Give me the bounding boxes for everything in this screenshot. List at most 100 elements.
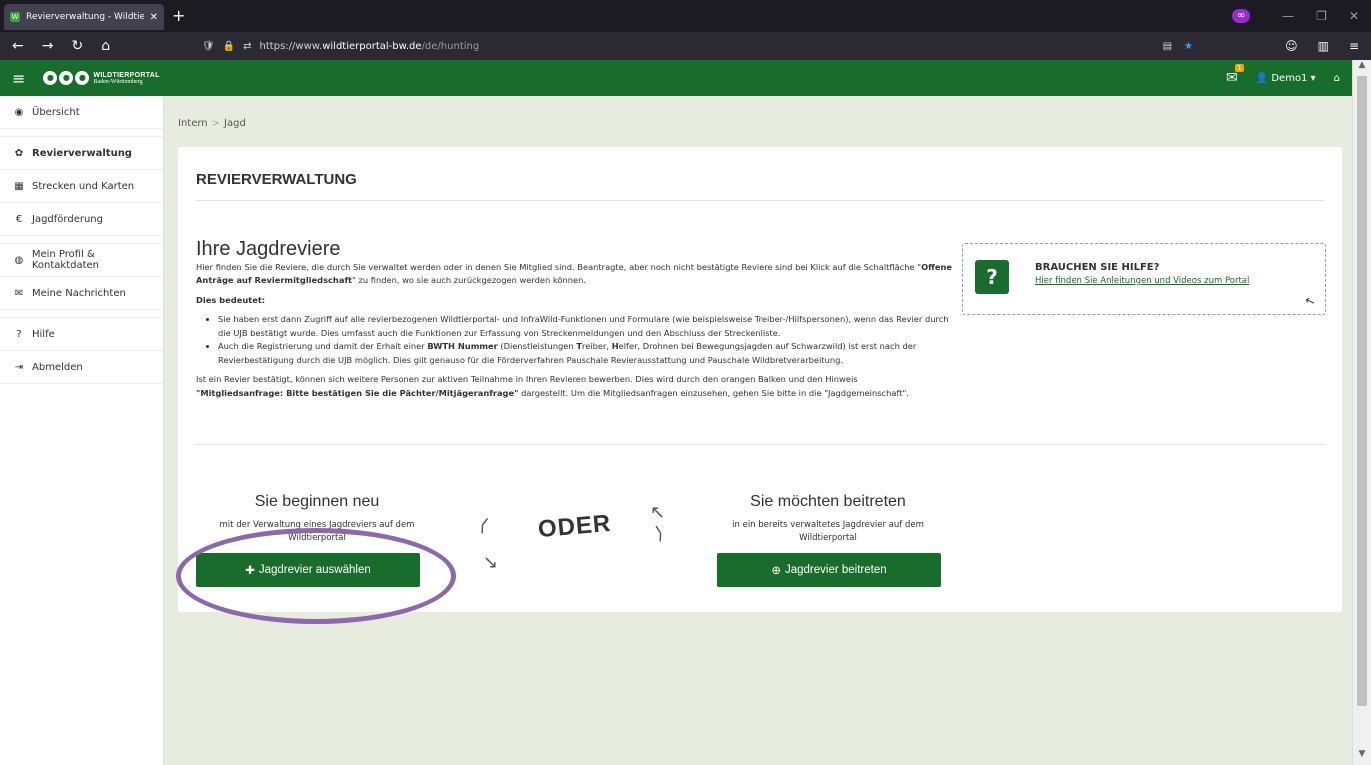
sidebar-item-label: Strecken und Karten: [32, 180, 135, 192]
option-join-desc-a: in ein bereits verwaltetes Jagdrevier au…: [732, 520, 924, 530]
user-menu[interactable]: 👤 Demo1 ▾: [1256, 73, 1316, 84]
section-heading: Ihre Jagdreviere: [196, 238, 341, 260]
messages-button[interactable]: ✉ 1: [1225, 64, 1244, 86]
help-link[interactable]: Hier finden Sie Anleitungen und Videos z…: [1035, 276, 1249, 286]
page-scrollbar[interactable]: ▲ ▼: [1352, 60, 1371, 765]
reader-view-icon[interactable]: ▤: [1163, 41, 1172, 52]
arrow-up-left-icon: ↖: [650, 502, 666, 523]
logo-title: WILDTIERPORTAL: [93, 71, 160, 79]
sidebar-item-strecken[interactable]: ▦ Strecken und Karten: [0, 170, 163, 203]
gear-icon: ✿: [14, 147, 24, 159]
library-icon[interactable]: ▥: [1318, 39, 1329, 53]
browser-tab[interactable]: W Revierverwaltung - Wildtierportal ✕: [4, 4, 164, 30]
scroll-down-icon[interactable]: ▼: [1353, 749, 1371, 765]
outro-text-a: Ist ein Revier bestätigt, können sich we…: [196, 374, 858, 384]
join-hunting-ground-button[interactable]: ⊕ Jagdrevier beitreten: [717, 553, 941, 587]
dashboard-icon: ◉: [14, 106, 24, 118]
sidebar: ◉ Übersicht ✿ Revierverwaltung ▦ Strecke…: [0, 96, 164, 765]
reload-icon[interactable]: ↻: [71, 38, 83, 54]
sidebar-item-profil[interactable]: ◍ Mein Profil & Kontaktdaten: [0, 244, 163, 277]
sidebar-item-revierverwaltung[interactable]: ✿ Revierverwaltung: [0, 137, 163, 170]
scroll-up-icon[interactable]: ▲: [1353, 60, 1371, 76]
logout-icon: ⇥: [14, 361, 24, 373]
plus-circle-icon: ⊕: [771, 565, 781, 577]
oder-label: ODER: [536, 509, 613, 544]
question-circle-icon: ?: [975, 260, 1009, 294]
bullet-access: Sie haben erst dann Zugriff auf alle rev…: [218, 313, 956, 340]
bookmark-star-icon[interactable]: ★: [1184, 41, 1193, 52]
url-bar[interactable]: 🛡 🔒 ⇄ https://www.wildtierportal-bw.de/d…: [198, 35, 1203, 57]
page-title: REVIERVERWALTUNG: [196, 171, 357, 188]
highlight-annotation-ellipse: [176, 528, 456, 624]
option-join: Sie möchten beitreten in ein bereits ver…: [716, 493, 940, 545]
new-tab-button[interactable]: +: [172, 6, 185, 25]
sidebar-item-nachrichten[interactable]: ✉ Meine Nachrichten: [0, 277, 163, 310]
sidebar-item-label: Übersicht: [32, 106, 80, 118]
tab-title: Revierverwaltung - Wildtierportal: [26, 12, 144, 22]
sidebar-item-label: Revierverwaltung: [32, 147, 132, 159]
option-join-desc-b: Wildtierportal: [799, 533, 857, 543]
help-box: ? BRAUCHEN SIE HILFE? Hier finden Sie An…: [962, 243, 1326, 315]
url-prefix: https://www.: [259, 40, 323, 52]
url-domain: wildtierportal-bw.de: [322, 40, 422, 52]
option-new-title: Sie beginnen neu: [254, 493, 380, 510]
swirl-left-icon: ⟨: [476, 514, 491, 537]
minimize-icon[interactable]: —: [1282, 9, 1294, 23]
sidebar-item-hilfe[interactable]: ? Hilfe: [0, 318, 163, 351]
option-join-title: Sie möchten beitreten: [750, 493, 906, 510]
arrow-decoration-icon: ↖: [1302, 292, 1318, 310]
sidebar-item-label: Hilfe: [32, 328, 55, 340]
account-icon[interactable]: ☺: [1285, 39, 1298, 53]
user-name: Demo1: [1271, 72, 1308, 84]
private-mask-icon: ∞: [1232, 9, 1251, 23]
wildtierportal-logo[interactable]: ● ● ● WILDTIERPORTAL Baden-Württemberg: [43, 71, 159, 85]
browser-tab-bar: W Revierverwaltung - Wildtierportal ✕ + …: [0, 0, 1371, 32]
home-nav-icon[interactable]: ⌂: [1334, 73, 1340, 84]
logo-subtitle: Baden-Württemberg: [93, 78, 143, 85]
bullet-registration: Auch die Registrierung und damit der Erh…: [218, 340, 956, 367]
intro-text-c: " zu finden, wo sie auch zurückgezogen w…: [352, 275, 587, 285]
url-path: /de/hunting: [421, 40, 480, 52]
permissions-icon[interactable]: ⇄: [243, 41, 251, 52]
forward-icon[interactable]: →: [42, 38, 54, 54]
sidebar-item-jagdfoerderung[interactable]: € Jagdförderung: [0, 203, 163, 236]
breadcrumb-intern[interactable]: Intern: [178, 118, 208, 129]
outro-text-c: dargestellt. Um die Mitgliedsanfragen ei…: [518, 387, 909, 398]
home-icon[interactable]: ⌂: [101, 38, 110, 54]
hamburger-menu-icon[interactable]: ≡: [0, 69, 43, 88]
envelope-icon: ✉: [14, 287, 24, 299]
caret-down-icon: ▾: [1310, 72, 1316, 84]
sidebar-item-label: Meine Nachrichten: [32, 287, 126, 299]
euro-icon: €: [15, 213, 23, 225]
means-label: Dies bedeutet:: [196, 294, 266, 305]
back-icon[interactable]: ←: [12, 38, 24, 54]
breadcrumb: Intern > Jagd: [178, 118, 246, 129]
breadcrumb-jagd: Jagd: [224, 118, 246, 129]
scroll-thumb[interactable]: [1357, 76, 1367, 706]
user-icon: ◍: [14, 254, 24, 266]
map-icon: ▦: [14, 180, 24, 192]
sidebar-item-label: Jagdförderung: [32, 213, 103, 225]
sidebar-item-label: Mein Profil & Kontaktdaten: [31, 249, 100, 271]
intro-section: Ihre Jagdreviere Hier finden Sie die Rev…: [196, 238, 956, 406]
user-icon: 👤: [1255, 72, 1269, 84]
sidebar-item-label: Abmelden: [32, 361, 83, 373]
lock-icon[interactable]: 🔒: [223, 41, 235, 52]
shield-icon[interactable]: 🛡: [202, 41, 215, 52]
intro-text-a: Hier finden Sie die Reviere, die durch S…: [196, 261, 922, 272]
sidebar-item-abmelden[interactable]: ⇥ Abmelden: [0, 351, 163, 384]
sidebar-item-uebersicht[interactable]: ◉ Übersicht: [0, 96, 163, 129]
menu-icon[interactable]: ≡: [1349, 39, 1359, 53]
envelope-icon: ✉: [1225, 70, 1238, 86]
close-window-icon[interactable]: ✕: [1349, 9, 1359, 23]
question-icon: ?: [16, 328, 22, 340]
window-controls: ∞ — ❐ ✕: [1232, 0, 1371, 32]
swirl-right-icon: ⟩: [653, 522, 666, 545]
close-tab-icon[interactable]: ✕: [150, 12, 158, 23]
browser-nav-bar: ← → ↻ ⌂ 🛡 🔒 ⇄ https://www.wildtierportal…: [0, 32, 1371, 60]
join-hunting-ground-label: Jagdrevier beitreten: [784, 564, 887, 576]
maximize-icon[interactable]: ❐: [1316, 9, 1327, 23]
arrow-down-right-icon: ↘: [483, 552, 499, 573]
message-count-badge: 1: [1235, 64, 1244, 72]
outro-text-b: "Mitgliedsanfrage: Bitte bestätigen Sie …: [196, 387, 519, 398]
